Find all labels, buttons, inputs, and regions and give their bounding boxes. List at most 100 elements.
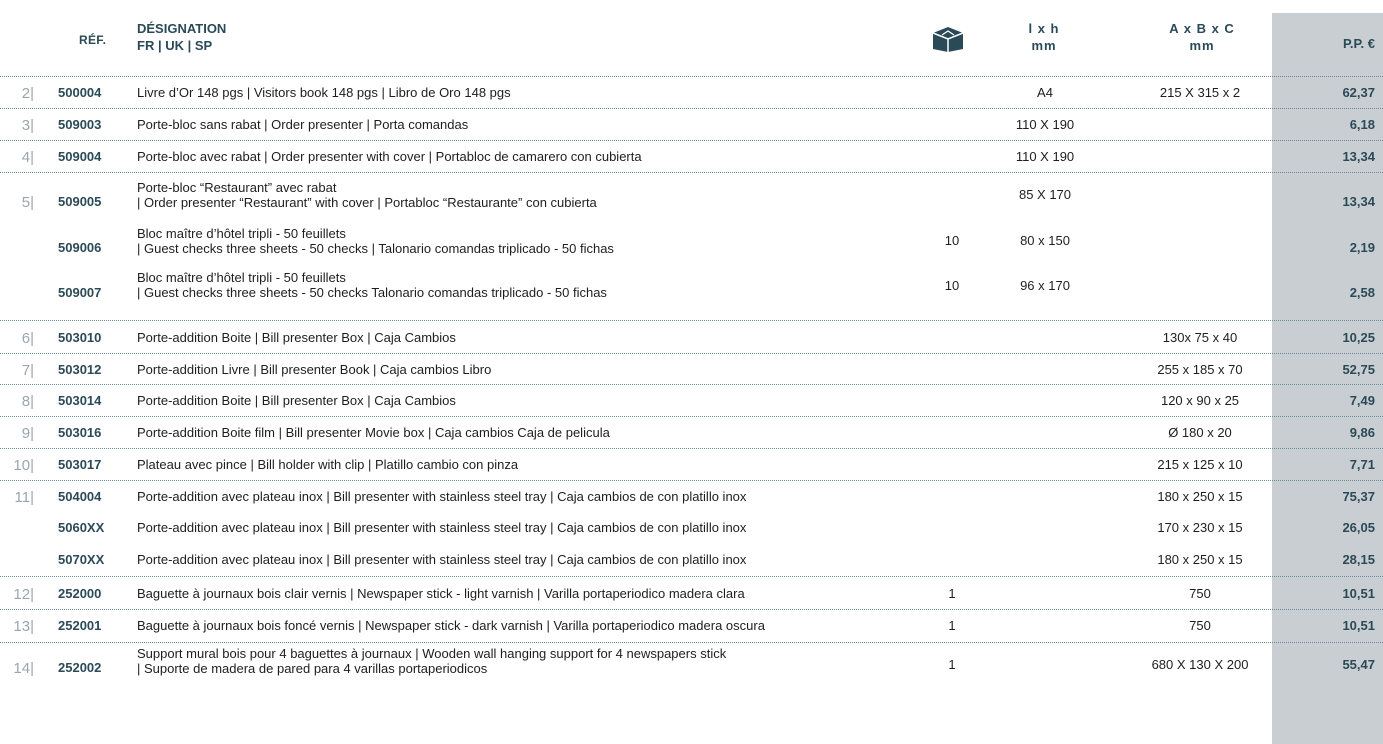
table-row: 12| 252000 Baguette à journaux bois clai… <box>0 576 1383 610</box>
row-number: 3| <box>21 117 34 134</box>
row-axbxc: 750 <box>1189 586 1211 601</box>
table-row: 13| 252001 Baguette à journaux bois fonc… <box>0 609 1383 643</box>
row-price: 75,37 <box>1342 489 1375 504</box>
row-designation: Porte-addition avec plateau inox | Bill … <box>137 552 747 567</box>
table-row: 509007 Bloc maître d’hôtel tripli - 50 f… <box>0 264 1383 320</box>
row-quantity: 1 <box>948 657 956 672</box>
header-lxh: l x h mm <box>1010 20 1078 62</box>
row-number: 9| <box>21 425 34 442</box>
row-number: 10| <box>13 457 34 474</box>
row-ref: 503014 <box>58 393 102 408</box>
header-ref: RÉF. <box>79 33 107 47</box>
row-axbxc: Ø 180 x 20 <box>1168 425 1232 440</box>
row-designation: Porte-bloc sans rabat | Order presenter … <box>137 117 469 132</box>
header-axbxc-label: A x B x C <box>1169 21 1235 36</box>
row-ref: 252001 <box>58 618 102 633</box>
row-quantity: 1 <box>948 618 956 633</box>
row-designation: Support mural bois pour 4 baguettes à jo… <box>137 646 727 676</box>
row-axbxc: 180 x 250 x 15 <box>1157 552 1243 567</box>
row-designation: Baguette à journaux bois clair vernis | … <box>137 586 745 601</box>
row-number: 13| <box>13 618 34 635</box>
row-ref: 252002 <box>58 660 102 675</box>
row-axbxc: 120 x 90 x 25 <box>1160 393 1240 408</box>
row-designation: Porte-addition Boite film | Bill present… <box>137 425 610 440</box>
table-row: 6| 503010 Porte-addition Boite | Bill pr… <box>0 320 1383 354</box>
row-designation: Livre d’Or 148 pgs | Visitors book 148 p… <box>137 85 511 100</box>
table-row: 2| 500004 Livre d’Or 148 pgs | Visitors … <box>0 76 1383 109</box>
row-ref: 504004 <box>58 489 102 504</box>
row-price: 9,86 <box>1349 425 1375 440</box>
row-price: 28,15 <box>1342 552 1375 567</box>
row-price: 13,34 <box>1342 194 1375 209</box>
row-designation: Bloc maître d’hôtel tripli - 50 feuillet… <box>137 226 614 256</box>
row-number: 4| <box>21 149 34 166</box>
row-number: 8| <box>21 393 34 410</box>
row-ref: 503012 <box>58 362 102 377</box>
header-axbxc-unit: mm <box>1189 38 1215 53</box>
table-row: 9| 503016 Porte-addition Boite film | Bi… <box>0 416 1383 449</box>
table-row: 11| 504004 Porte-addition avec plateau i… <box>0 480 1383 513</box>
row-number: 2| <box>21 85 34 102</box>
row-price: 7,71 <box>1349 457 1375 472</box>
row-number: 6| <box>21 330 34 347</box>
row-number: 5| <box>21 194 34 211</box>
row-axbxc: 170 x 230 x 15 <box>1157 520 1243 535</box>
row-number: 7| <box>21 362 34 379</box>
row-lxh: 110 X 190 <box>1015 117 1075 132</box>
header-price: P.P. € <box>1342 36 1375 51</box>
row-ref: 500004 <box>58 85 102 100</box>
table-row: 509006 Bloc maître d’hôtel tripli - 50 f… <box>0 216 1383 264</box>
row-lxh: A4 <box>1037 85 1053 100</box>
row-axbxc: 215 x 125 x 10 <box>1157 457 1243 472</box>
table-row: 3| 509003 Porte-bloc sans rabat | Order … <box>0 108 1383 141</box>
row-lxh: 85 X 170 <box>1018 187 1072 202</box>
row-designation: Porte-addition Livre | Bill presenter Bo… <box>137 362 492 377</box>
row-price: 13,34 <box>1342 149 1375 164</box>
row-quantity: 10 <box>944 278 960 293</box>
table-row: 7| 503012 Porte-addition Livre | Bill pr… <box>0 353 1383 385</box>
row-number: 14| <box>13 660 34 677</box>
row-designation: Baguette à journaux bois foncé vernis | … <box>137 618 765 633</box>
row-designation: Porte-addition Boite | Bill presenter Bo… <box>137 330 456 345</box>
row-ref: 509006 <box>58 240 102 255</box>
row-price: 62,37 <box>1342 85 1375 100</box>
row-price: 7,49 <box>1349 393 1375 408</box>
table-row: 5070XX Porte-addition avec plateau inox … <box>0 544 1383 576</box>
row-designation: Porte-bloc “Restaurant” avec rabat | Ord… <box>137 180 597 210</box>
row-axbxc: 680 X 130 X 200 <box>1151 657 1249 672</box>
table-row: 5060XX Porte-addition avec plateau inox … <box>0 512 1383 544</box>
row-ref: 5060XX <box>58 520 105 535</box>
row-designation: Porte-addition avec plateau inox | Bill … <box>137 489 747 504</box>
row-ref: 509003 <box>58 117 102 132</box>
row-ref: 5070XX <box>58 552 105 567</box>
row-price: 2,58 <box>1349 285 1375 300</box>
row-price: 26,05 <box>1342 520 1375 535</box>
row-price: 52,75 <box>1342 362 1375 377</box>
table-row: 10| 503017 Plateau avec pince | Bill hol… <box>0 448 1383 481</box>
row-lxh: 80 x 150 <box>1020 233 1070 248</box>
row-axbxc: 130x 75 x 40 <box>1162 330 1238 345</box>
row-quantity: 10 <box>944 233 960 248</box>
row-lxh: 96 x 170 <box>1020 278 1070 293</box>
row-axbxc: 255 x 185 x 70 <box>1157 362 1243 377</box>
row-axbxc: 215 X 315 x 2 <box>1159 85 1241 100</box>
row-ref: 503010 <box>58 330 102 345</box>
row-price: 6,18 <box>1349 117 1375 132</box>
row-ref: 509005 <box>58 194 102 209</box>
row-ref: 503016 <box>58 425 102 440</box>
row-quantity: 1 <box>948 586 956 601</box>
box-open-icon <box>932 27 964 52</box>
row-price: 10,51 <box>1342 618 1375 633</box>
row-number: 11| <box>14 489 34 506</box>
row-lxh: 110 X 190 <box>1015 149 1075 164</box>
table-row: 4| 509004 Porte-bloc avec rabat | Order … <box>0 140 1383 173</box>
row-price: 10,51 <box>1342 586 1375 601</box>
row-ref: 509004 <box>58 149 102 164</box>
header-designation-languages: FR | UK | SP <box>137 38 213 53</box>
row-price: 2,19 <box>1349 240 1375 255</box>
header-designation: DÉSIGNATION FR | UK | SP <box>137 20 226 62</box>
row-price: 55,47 <box>1342 657 1375 672</box>
table-row: 5| 509005 Porte-bloc “Restaurant” avec r… <box>0 172 1383 217</box>
row-number: 12| <box>13 586 34 603</box>
row-ref: 503017 <box>58 457 102 472</box>
